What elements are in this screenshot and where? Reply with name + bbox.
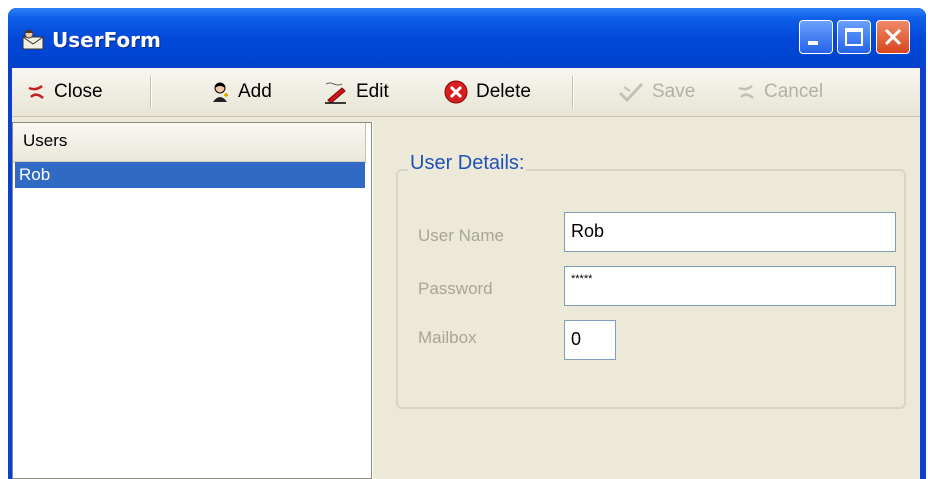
- edit-button[interactable]: Edit: [324, 68, 389, 116]
- add-button[interactable]: Add: [210, 68, 272, 116]
- cancel-icon: [736, 83, 756, 101]
- close-window-button[interactable]: [876, 20, 910, 54]
- edit-button-label: Edit: [356, 81, 389, 102]
- delete-button[interactable]: Delete: [444, 68, 531, 116]
- username-label: User Name: [418, 226, 504, 245]
- save-button[interactable]: Save: [618, 68, 695, 116]
- add-user-icon: [210, 81, 230, 103]
- delete-button-label: Delete: [476, 81, 531, 102]
- window-title: UserForm: [52, 28, 161, 52]
- splitter[interactable]: [372, 122, 377, 479]
- mailbox-label: Mailbox: [418, 328, 477, 347]
- mailbox-field[interactable]: 0: [564, 320, 616, 360]
- save-check-icon: [618, 81, 644, 103]
- app-icon: [20, 28, 46, 50]
- minimize-icon: [808, 41, 818, 45]
- userform-window: UserForm Close Add Edit Delete Save Canc…: [8, 8, 926, 479]
- details-panel: User Details: User Name Rob Password ***…: [378, 122, 920, 479]
- cancel-button-label: Cancel: [764, 81, 824, 102]
- close-x-icon: [26, 83, 46, 101]
- title-bar[interactable]: UserForm: [8, 8, 926, 66]
- close-button-label: Close: [54, 81, 103, 102]
- user-details-title: User Details:: [408, 152, 527, 175]
- maximize-icon: [845, 28, 863, 46]
- password-field[interactable]: *****: [564, 266, 896, 306]
- save-button-label: Save: [652, 81, 696, 102]
- cancel-button[interactable]: Cancel: [736, 68, 823, 116]
- username-field[interactable]: Rob: [564, 212, 896, 252]
- client-area: Close Add Edit Delete Save Cancel Users …: [12, 68, 920, 479]
- toolbar-separator: [150, 76, 152, 108]
- add-button-label: Add: [238, 81, 272, 102]
- edit-pencil-icon: [324, 80, 348, 104]
- users-header-label: Users: [23, 131, 68, 150]
- toolbar: Close Add Edit Delete Save Cancel: [12, 68, 920, 117]
- toolbar-separator: [572, 76, 574, 108]
- users-list[interactable]: Users Rob: [12, 122, 372, 479]
- username-value: Rob: [571, 221, 605, 241]
- password-label: Password: [418, 279, 493, 298]
- mailbox-value: 0: [571, 329, 582, 349]
- close-button[interactable]: Close: [26, 68, 103, 116]
- list-item[interactable]: Rob: [15, 162, 365, 188]
- minimize-button[interactable]: [799, 20, 833, 54]
- close-icon: [884, 28, 902, 46]
- password-value: *****: [571, 273, 593, 285]
- list-item-label: Rob: [19, 165, 51, 184]
- delete-icon: [444, 80, 468, 104]
- users-column-header[interactable]: Users: [13, 123, 366, 163]
- maximize-button[interactable]: [837, 20, 871, 54]
